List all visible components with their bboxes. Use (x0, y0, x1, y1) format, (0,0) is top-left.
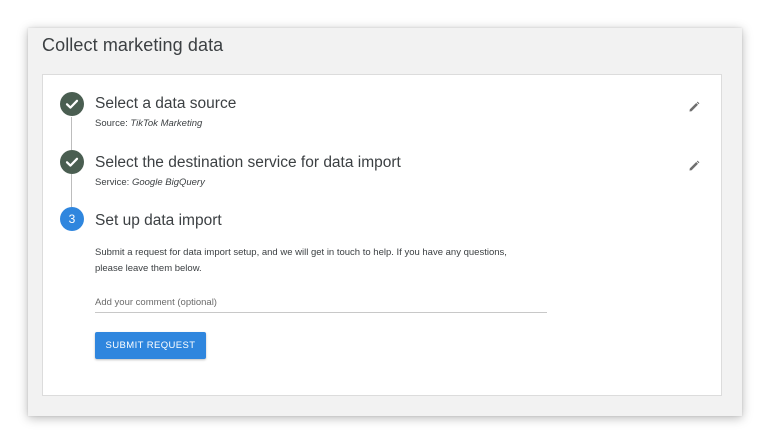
step-connector (71, 174, 72, 207)
step-title: Select the destination service for data … (95, 154, 401, 171)
submit-request-button[interactable]: SUBMIT REQUEST (95, 332, 206, 359)
collect-marketing-data-card: Collect marketing data Select a data sou… (28, 28, 742, 416)
check-circle-icon (60, 150, 84, 174)
step-summary-value: Google BigQuery (131, 177, 205, 188)
step-summary: Service: Google BigQuery (95, 177, 205, 188)
step-title: Select a data source (95, 95, 237, 112)
comment-input[interactable] (95, 292, 547, 313)
step-summary-label: Source: (95, 118, 128, 129)
checkmark-icon (65, 99, 79, 109)
checkmark-icon (65, 157, 79, 167)
pencil-icon[interactable] (688, 100, 700, 112)
stepper-panel: Select a data source Source: TikTok Mark… (42, 74, 722, 396)
step-summary-value: TikTok Marketing (130, 118, 203, 129)
step-description: Submit a request for data import setup, … (95, 247, 507, 274)
step-connector (71, 117, 72, 150)
page-title: Collect marketing data (42, 35, 224, 55)
step-title: Set up data import (95, 212, 222, 229)
step-summary-label: Service: (95, 177, 130, 188)
check-circle-icon (60, 92, 84, 116)
pencil-icon[interactable] (688, 159, 700, 171)
step-summary: Source: TikTok Marketing (95, 118, 202, 129)
step-number-badge: 3 (60, 207, 84, 231)
